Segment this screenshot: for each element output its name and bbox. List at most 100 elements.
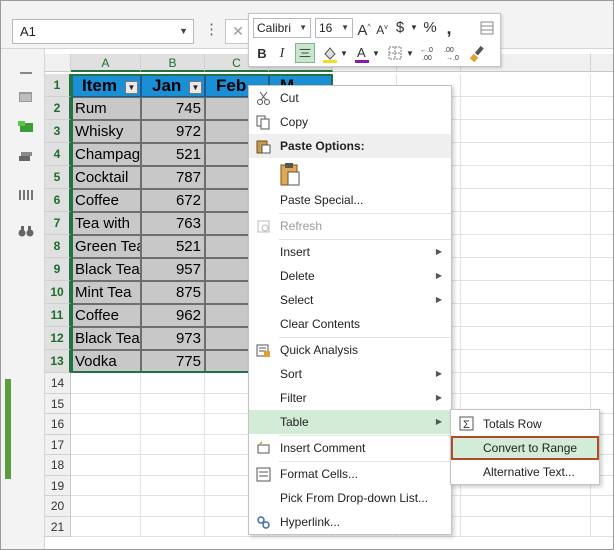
row-header[interactable]: 13 bbox=[45, 350, 71, 373]
grid-cell[interactable] bbox=[591, 258, 613, 281]
row-header[interactable]: 12 bbox=[45, 327, 71, 350]
grid-cell[interactable] bbox=[591, 496, 613, 517]
menu-item-quick-analysis[interactable]: Quick Analysis bbox=[249, 338, 451, 362]
paste-clipboard-icon[interactable] bbox=[279, 162, 301, 186]
grid-cell[interactable] bbox=[461, 120, 591, 143]
grid-cell[interactable] bbox=[71, 373, 141, 394]
table-cell[interactable]: Champag bbox=[71, 143, 141, 166]
brush-icon[interactable] bbox=[469, 45, 487, 63]
grid-cell[interactable] bbox=[71, 434, 141, 455]
font-name-select[interactable]: Calibri ▼ bbox=[253, 18, 311, 38]
grid-cell[interactable] bbox=[461, 166, 591, 189]
row-header[interactable]: 8 bbox=[45, 235, 71, 258]
row-header[interactable]: 18 bbox=[45, 455, 71, 476]
increase-decimal-icon[interactable]: ←.0.00 bbox=[419, 45, 439, 61]
grid-cell[interactable] bbox=[461, 212, 591, 235]
grid-cell[interactable] bbox=[141, 373, 205, 394]
table-cell[interactable]: Whisky bbox=[71, 120, 141, 143]
row-header[interactable]: 9 bbox=[45, 258, 71, 281]
grid-cell[interactable] bbox=[591, 281, 613, 304]
table-cell[interactable]: 775 bbox=[141, 350, 205, 373]
grid-cell[interactable] bbox=[461, 496, 591, 517]
chevron-down-icon[interactable]: ▼ bbox=[179, 20, 188, 43]
menu-item-convert-to-range[interactable]: Convert to Range bbox=[451, 436, 599, 460]
grid-cell[interactable] bbox=[71, 516, 141, 537]
grid-cell[interactable] bbox=[591, 304, 613, 327]
table-cell[interactable]: 957 bbox=[141, 258, 205, 281]
grid-cell[interactable] bbox=[461, 373, 591, 394]
menu-item-select[interactable]: Select ▶ bbox=[249, 288, 451, 312]
row-header[interactable]: 14 bbox=[45, 373, 71, 394]
table-cell[interactable]: Cocktail bbox=[71, 166, 141, 189]
menu-item-filter[interactable]: Filter ▶ bbox=[249, 386, 451, 410]
menu-item-sort[interactable]: Sort ▶ bbox=[249, 362, 451, 386]
table-cell[interactable]: Rum bbox=[71, 97, 141, 120]
more-options-icon[interactable]: ⋮ bbox=[204, 20, 219, 38]
minus-icon[interactable] bbox=[18, 67, 34, 79]
grid-cell[interactable] bbox=[591, 373, 613, 394]
grid-cell[interactable] bbox=[591, 212, 613, 235]
row-header[interactable]: 21 bbox=[45, 516, 71, 537]
grid-cell[interactable] bbox=[591, 166, 613, 189]
grid-cell[interactable] bbox=[71, 393, 141, 414]
grid-cell[interactable] bbox=[591, 143, 613, 166]
bold-button[interactable]: B bbox=[255, 44, 269, 64]
layers-icon[interactable] bbox=[18, 151, 34, 163]
fill-color-icon[interactable] bbox=[321, 45, 339, 63]
borders-icon[interactable] bbox=[387, 45, 403, 61]
select-all-corner[interactable] bbox=[45, 54, 71, 72]
grid-cell[interactable] bbox=[71, 414, 141, 435]
grid-cell[interactable] bbox=[141, 516, 205, 537]
chevron-down-icon[interactable]: ▼ bbox=[339, 44, 349, 64]
grid-cell[interactable] bbox=[591, 97, 613, 120]
font-size-select[interactable]: 16 ▼ bbox=[315, 18, 353, 38]
grid-cell[interactable] bbox=[461, 74, 591, 97]
filter-dropdown-icon[interactable]: ▼ bbox=[125, 81, 138, 94]
grid-cell[interactable] bbox=[461, 189, 591, 212]
table-cell[interactable]: 972 bbox=[141, 120, 205, 143]
percent-format-button[interactable]: % bbox=[421, 18, 439, 38]
table-cell[interactable]: Coffee bbox=[71, 189, 141, 212]
table-cell[interactable]: 875 bbox=[141, 281, 205, 304]
row-header[interactable]: 2 bbox=[45, 97, 71, 120]
table-header-cell[interactable]: Item ▼ bbox=[71, 74, 141, 97]
row-header[interactable]: 10 bbox=[45, 281, 71, 304]
currency-format-button[interactable]: $ bbox=[393, 18, 407, 38]
table-cell[interactable]: 763 bbox=[141, 212, 205, 235]
table-cell[interactable]: Mint Tea bbox=[71, 281, 141, 304]
row-header[interactable]: 16 bbox=[45, 414, 71, 435]
grid-cell[interactable] bbox=[591, 327, 613, 350]
grid-cell[interactable] bbox=[461, 143, 591, 166]
menu-item-pick-from-list[interactable]: Pick From Drop-down List... bbox=[249, 486, 451, 510]
menu-item-format-cells[interactable]: Format Cells... bbox=[249, 462, 451, 486]
chevron-down-icon[interactable]: ▼ bbox=[341, 19, 349, 37]
menu-item-alternative-text[interactable]: Alternative Text... bbox=[451, 460, 599, 484]
grid-cell[interactable] bbox=[141, 455, 205, 476]
menu-item-insert-comment[interactable]: Insert Comment bbox=[249, 436, 451, 460]
menu-item-cut[interactable]: Cut bbox=[249, 86, 451, 110]
grid-cell[interactable] bbox=[591, 120, 613, 143]
row-header[interactable]: 19 bbox=[45, 475, 71, 496]
column-header[interactable]: H bbox=[591, 54, 613, 72]
menu-item-clear-contents[interactable]: Clear Contents bbox=[249, 312, 451, 336]
chevron-down-icon[interactable]: ▼ bbox=[371, 44, 381, 64]
grid-cell[interactable] bbox=[461, 235, 591, 258]
format-painter-icon[interactable] bbox=[479, 20, 495, 36]
menu-item-copy[interactable]: Copy bbox=[249, 110, 451, 134]
column-header[interactable]: B bbox=[141, 54, 205, 72]
table-cell[interactable]: 672 bbox=[141, 189, 205, 212]
chevron-down-icon[interactable]: ▼ bbox=[409, 18, 419, 38]
table-cell[interactable]: Coffee bbox=[71, 304, 141, 327]
table-cell[interactable]: Green Tea bbox=[71, 235, 141, 258]
decrease-decimal-icon[interactable]: .00→.0 bbox=[443, 45, 463, 61]
align-center-icon[interactable] bbox=[295, 43, 315, 63]
table-cell[interactable]: Vodka bbox=[71, 350, 141, 373]
grid-cell[interactable] bbox=[461, 350, 591, 373]
table-cell[interactable]: 962 bbox=[141, 304, 205, 327]
grid-cell[interactable] bbox=[461, 304, 591, 327]
binoculars-icon[interactable] bbox=[18, 225, 34, 237]
increase-font-button[interactable]: A^ bbox=[357, 18, 371, 39]
row-header[interactable]: 6 bbox=[45, 189, 71, 212]
table-cell[interactable]: 745 bbox=[141, 97, 205, 120]
table-cell[interactable]: Tea with bbox=[71, 212, 141, 235]
